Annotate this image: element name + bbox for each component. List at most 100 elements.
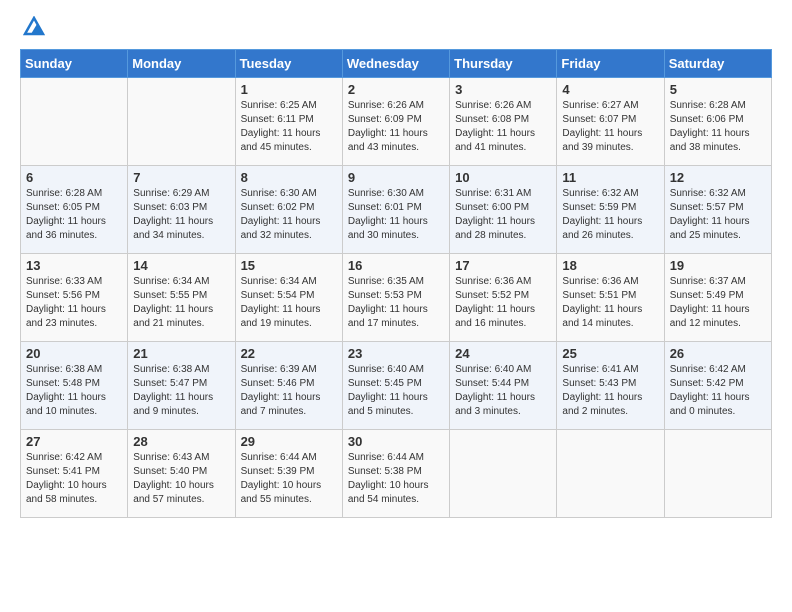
day-cell: 19 Sunrise: 6:37 AM Sunset: 5:49 PM Dayli…: [664, 254, 771, 342]
day-info: Sunrise: 6:32 AM Sunset: 5:59 PM Dayligh…: [562, 187, 658, 243]
day-info: Sunrise: 6:34 AM Sunset: 5:55 PM Dayligh…: [133, 275, 229, 331]
day-info: Sunrise: 6:33 AM Sunset: 5:56 PM Dayligh…: [26, 275, 122, 331]
day-cell: 8 Sunrise: 6:30 AM Sunset: 6:02 PM Daylig…: [235, 166, 342, 254]
day-cell: 24 Sunrise: 6:40 AM Sunset: 5:44 PM Dayli…: [450, 342, 557, 430]
day-cell: 4 Sunrise: 6:27 AM Sunset: 6:07 PM Daylig…: [557, 78, 664, 166]
day-number: 8: [241, 170, 337, 185]
day-info: Sunrise: 6:38 AM Sunset: 5:47 PM Dayligh…: [133, 363, 229, 419]
week-row-4: 20 Sunrise: 6:38 AM Sunset: 5:48 PM Dayli…: [21, 342, 772, 430]
day-cell: 16 Sunrise: 6:35 AM Sunset: 5:53 PM Dayli…: [342, 254, 449, 342]
day-cell: [557, 430, 664, 518]
day-info: Sunrise: 6:40 AM Sunset: 5:44 PM Dayligh…: [455, 363, 551, 419]
day-cell: 17 Sunrise: 6:36 AM Sunset: 5:52 PM Dayli…: [450, 254, 557, 342]
day-number: 18: [562, 258, 658, 273]
day-info: Sunrise: 6:44 AM Sunset: 5:38 PM Dayligh…: [348, 451, 444, 507]
day-info: Sunrise: 6:34 AM Sunset: 5:54 PM Dayligh…: [241, 275, 337, 331]
day-number: 25: [562, 346, 658, 361]
day-number: 7: [133, 170, 229, 185]
day-cell: 27 Sunrise: 6:42 AM Sunset: 5:41 PM Dayli…: [21, 430, 128, 518]
day-cell: 30 Sunrise: 6:44 AM Sunset: 5:38 PM Dayli…: [342, 430, 449, 518]
day-info: Sunrise: 6:28 AM Sunset: 6:06 PM Dayligh…: [670, 99, 766, 155]
day-cell: 15 Sunrise: 6:34 AM Sunset: 5:54 PM Dayli…: [235, 254, 342, 342]
day-info: Sunrise: 6:28 AM Sunset: 6:05 PM Dayligh…: [26, 187, 122, 243]
day-cell: 29 Sunrise: 6:44 AM Sunset: 5:39 PM Dayli…: [235, 430, 342, 518]
calendar-header-row: SundayMondayTuesdayWednesdayThursdayFrid…: [21, 50, 772, 78]
day-info: Sunrise: 6:30 AM Sunset: 6:02 PM Dayligh…: [241, 187, 337, 243]
day-cell: 1 Sunrise: 6:25 AM Sunset: 6:11 PM Daylig…: [235, 78, 342, 166]
column-header-saturday: Saturday: [664, 50, 771, 78]
day-cell: [21, 78, 128, 166]
day-number: 14: [133, 258, 229, 273]
day-cell: 12 Sunrise: 6:32 AM Sunset: 5:57 PM Dayli…: [664, 166, 771, 254]
day-number: 29: [241, 434, 337, 449]
day-number: 5: [670, 82, 766, 97]
column-header-sunday: Sunday: [21, 50, 128, 78]
column-header-thursday: Thursday: [450, 50, 557, 78]
logo: [20, 18, 45, 43]
day-info: Sunrise: 6:39 AM Sunset: 5:46 PM Dayligh…: [241, 363, 337, 419]
day-info: Sunrise: 6:25 AM Sunset: 6:11 PM Dayligh…: [241, 99, 337, 155]
day-info: Sunrise: 6:42 AM Sunset: 5:41 PM Dayligh…: [26, 451, 122, 507]
day-info: Sunrise: 6:38 AM Sunset: 5:48 PM Dayligh…: [26, 363, 122, 419]
day-number: 16: [348, 258, 444, 273]
week-row-5: 27 Sunrise: 6:42 AM Sunset: 5:41 PM Dayli…: [21, 430, 772, 518]
day-cell: 7 Sunrise: 6:29 AM Sunset: 6:03 PM Daylig…: [128, 166, 235, 254]
day-info: Sunrise: 6:26 AM Sunset: 6:08 PM Dayligh…: [455, 99, 551, 155]
day-info: Sunrise: 6:36 AM Sunset: 5:51 PM Dayligh…: [562, 275, 658, 331]
day-number: 21: [133, 346, 229, 361]
day-number: 19: [670, 258, 766, 273]
day-cell: 9Sunrise: 6:30 AM Sunset: 6:01 PM Daylig…: [342, 166, 449, 254]
day-info: Sunrise: 6:29 AM Sunset: 6:03 PM Dayligh…: [133, 187, 229, 243]
day-number: 4: [562, 82, 658, 97]
day-number: 17: [455, 258, 551, 273]
day-info: Sunrise: 6:32 AM Sunset: 5:57 PM Dayligh…: [670, 187, 766, 243]
day-info: Sunrise: 6:42 AM Sunset: 5:42 PM Dayligh…: [670, 363, 766, 419]
day-number: 22: [241, 346, 337, 361]
calendar-table: SundayMondayTuesdayWednesdayThursdayFrid…: [20, 49, 772, 518]
column-header-monday: Monday: [128, 50, 235, 78]
day-number: 23: [348, 346, 444, 361]
day-number: 13: [26, 258, 122, 273]
day-number: 30: [348, 434, 444, 449]
day-info: Sunrise: 6:30 AM Sunset: 6:01 PM Dayligh…: [348, 187, 444, 243]
day-cell: 3Sunrise: 6:26 AM Sunset: 6:08 PM Daylig…: [450, 78, 557, 166]
day-cell: 23 Sunrise: 6:40 AM Sunset: 5:45 PM Dayli…: [342, 342, 449, 430]
day-info: Sunrise: 6:40 AM Sunset: 5:45 PM Dayligh…: [348, 363, 444, 419]
day-number: 15: [241, 258, 337, 273]
column-header-friday: Friday: [557, 50, 664, 78]
day-cell: [664, 430, 771, 518]
logo-icon: [23, 16, 45, 43]
day-cell: 21 Sunrise: 6:38 AM Sunset: 5:47 PM Dayli…: [128, 342, 235, 430]
column-header-tuesday: Tuesday: [235, 50, 342, 78]
day-cell: 13 Sunrise: 6:33 AM Sunset: 5:56 PM Dayli…: [21, 254, 128, 342]
day-cell: 25 Sunrise: 6:41 AM Sunset: 5:43 PM Dayli…: [557, 342, 664, 430]
day-number: 27: [26, 434, 122, 449]
week-row-1: 1 Sunrise: 6:25 AM Sunset: 6:11 PM Daylig…: [21, 78, 772, 166]
day-cell: 11Sunrise: 6:32 AM Sunset: 5:59 PM Dayli…: [557, 166, 664, 254]
header: [20, 10, 772, 43]
day-info: Sunrise: 6:43 AM Sunset: 5:40 PM Dayligh…: [133, 451, 229, 507]
day-number: 20: [26, 346, 122, 361]
day-info: Sunrise: 6:36 AM Sunset: 5:52 PM Dayligh…: [455, 275, 551, 331]
day-cell: 26 Sunrise: 6:42 AM Sunset: 5:42 PM Dayli…: [664, 342, 771, 430]
day-number: 10: [455, 170, 551, 185]
day-info: Sunrise: 6:41 AM Sunset: 5:43 PM Dayligh…: [562, 363, 658, 419]
day-number: 1: [241, 82, 337, 97]
day-info: Sunrise: 6:35 AM Sunset: 5:53 PM Dayligh…: [348, 275, 444, 331]
day-number: 24: [455, 346, 551, 361]
day-cell: 28 Sunrise: 6:43 AM Sunset: 5:40 PM Dayli…: [128, 430, 235, 518]
day-number: 2: [348, 82, 444, 97]
day-number: 26: [670, 346, 766, 361]
week-row-3: 13 Sunrise: 6:33 AM Sunset: 5:56 PM Dayli…: [21, 254, 772, 342]
day-info: Sunrise: 6:26 AM Sunset: 6:09 PM Dayligh…: [348, 99, 444, 155]
day-number: 6: [26, 170, 122, 185]
day-info: Sunrise: 6:44 AM Sunset: 5:39 PM Dayligh…: [241, 451, 337, 507]
day-cell: 10 Sunrise: 6:31 AM Sunset: 6:00 PM Dayli…: [450, 166, 557, 254]
day-cell: 5 Sunrise: 6:28 AM Sunset: 6:06 PM Daylig…: [664, 78, 771, 166]
day-info: Sunrise: 6:31 AM Sunset: 6:00 PM Dayligh…: [455, 187, 551, 243]
day-number: 12: [670, 170, 766, 185]
day-cell: 20 Sunrise: 6:38 AM Sunset: 5:48 PM Dayli…: [21, 342, 128, 430]
day-info: Sunrise: 6:27 AM Sunset: 6:07 PM Dayligh…: [562, 99, 658, 155]
day-number: 28: [133, 434, 229, 449]
day-info: Sunrise: 6:37 AM Sunset: 5:49 PM Dayligh…: [670, 275, 766, 331]
